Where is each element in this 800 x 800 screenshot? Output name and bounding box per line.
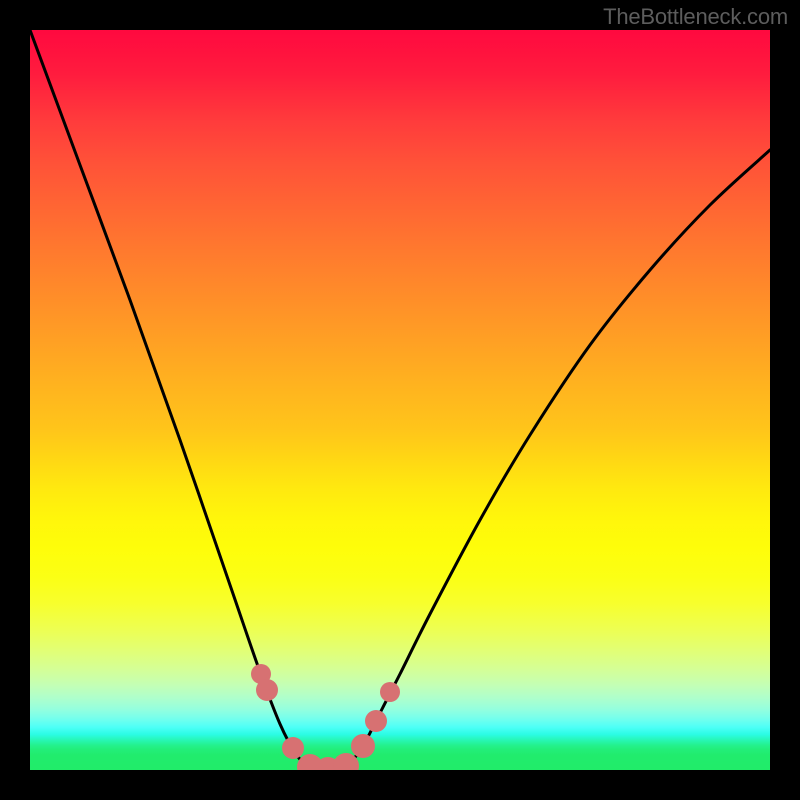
data-marker bbox=[351, 734, 375, 758]
chart-frame: TheBottleneck.com bbox=[0, 0, 800, 800]
bottleneck-curve bbox=[30, 30, 770, 770]
data-marker bbox=[256, 679, 278, 701]
plot-area bbox=[30, 30, 770, 770]
curve-svg bbox=[30, 30, 770, 770]
marker-group bbox=[251, 664, 400, 770]
data-marker bbox=[282, 737, 304, 759]
watermark-text: TheBottleneck.com bbox=[603, 4, 788, 30]
data-marker bbox=[365, 710, 387, 732]
data-marker bbox=[380, 682, 400, 702]
